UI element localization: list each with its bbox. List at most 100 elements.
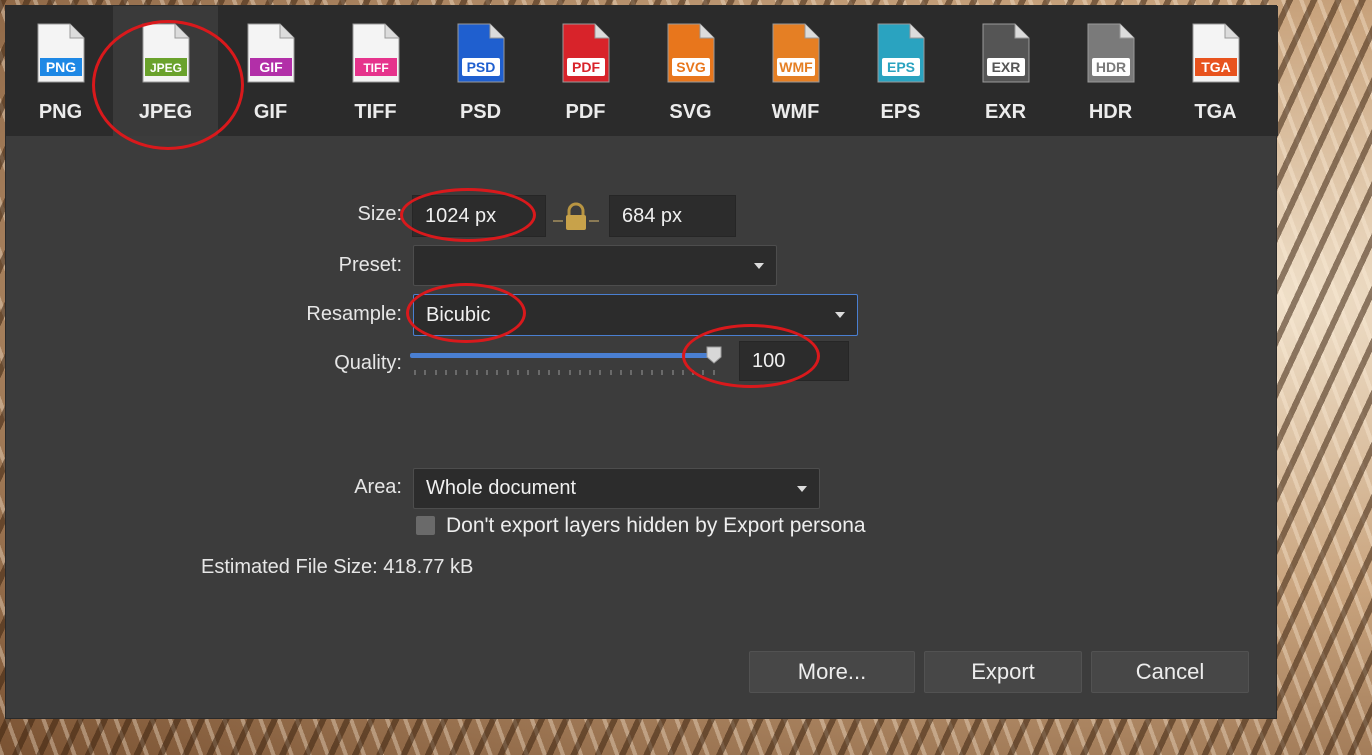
format-wmf-button[interactable]: WMF WMF [743, 6, 848, 136]
file-badge-text: TIFF [363, 61, 388, 75]
slider-tick [537, 370, 540, 375]
file-gif-icon: GIF [247, 23, 295, 83]
slider-tick [620, 370, 622, 375]
format-psd-button[interactable]: PSD PSD [428, 6, 533, 136]
lock-icon[interactable] [551, 202, 601, 232]
file-exr-icon: EXR [982, 23, 1030, 83]
format-hdr-button[interactable]: HDR HDR [1058, 6, 1163, 136]
slider-tick [589, 370, 592, 375]
height-input[interactable]: 684 px [609, 195, 736, 237]
slider-tick [424, 370, 427, 375]
file-badge-text: SVG [676, 59, 706, 75]
chevron-down-icon [754, 262, 764, 269]
slider-fill [410, 353, 712, 358]
slider-tick [496, 370, 499, 375]
file-badge-text: PNG [46, 59, 76, 75]
slider-tick [671, 370, 674, 375]
file-pdf-icon: PDF [562, 23, 610, 83]
quality-slider[interactable] [410, 346, 730, 382]
file-tiff-icon: TIFF [352, 23, 400, 83]
file-psd-icon: PSD [457, 23, 505, 83]
format-label: TGA [1194, 101, 1237, 123]
slider-tick [692, 370, 695, 375]
quality-label: Quality: [334, 352, 402, 374]
file-badge-text: PDF [572, 59, 600, 75]
format-label: PDF [565, 101, 606, 123]
slider-tick [517, 370, 519, 375]
file-badge-text: HDR [1096, 59, 1126, 75]
format-label: EXR [984, 101, 1027, 123]
preset-dropdown[interactable] [413, 245, 777, 286]
export-dialog: PNG PNG JPEG JPEG GIF GIF TIFF TIFF PSD PSD PDF PDF… [6, 6, 1278, 718]
slider-tick [414, 370, 416, 375]
format-label: EPS [880, 101, 921, 123]
file-badge-text: EPS [887, 59, 915, 75]
width-input[interactable]: 1024 px [412, 195, 546, 237]
slider-tick [547, 370, 550, 375]
cancel-button[interactable]: Cancel [1091, 651, 1249, 693]
export-button[interactable]: Export [924, 651, 1082, 693]
slider-ticks [414, 370, 719, 376]
format-exr-button[interactable]: EXR EXR [953, 6, 1058, 136]
slider-tick [506, 370, 509, 375]
preset-label: Preset: [338, 254, 402, 276]
format-label: WMF [771, 101, 820, 123]
file-badge-text: WMF [779, 59, 813, 75]
resample-label: Resample: [306, 303, 402, 325]
quality-input[interactable]: 100 [739, 341, 849, 381]
file-eps-icon: EPS [877, 23, 925, 83]
slider-tick [465, 370, 468, 375]
file-badge-text: JPEG [150, 61, 182, 75]
file-wmf-icon: WMF [772, 23, 820, 83]
slider-tick [558, 370, 561, 375]
format-label: TIFF [354, 101, 397, 123]
file-badge-text: PSD [467, 59, 496, 75]
format-png-button[interactable]: PNG PNG [8, 6, 113, 136]
slider-tick [475, 370, 478, 375]
file-size-label: Estimated File Size: [201, 556, 378, 578]
slider-tick [609, 370, 612, 375]
file-badge-text: TGA [1201, 59, 1231, 75]
slider-tick [599, 370, 602, 375]
format-tga-button[interactable]: TGA TGA [1163, 6, 1268, 136]
size-label: Size: [357, 203, 402, 225]
slider-tick [661, 370, 664, 375]
file-svg-icon: SVG [667, 23, 715, 83]
slider-tick [650, 370, 653, 375]
slider-tick [527, 370, 530, 375]
file-hdr-icon: HDR [1087, 23, 1135, 83]
format-label: PSD [459, 101, 502, 123]
format-label: JPEG [138, 101, 193, 123]
estimated-file-size: Estimated File Size: 418.77 kB [201, 556, 473, 579]
slider-tick [568, 370, 571, 375]
resample-dropdown[interactable]: Bicubic [413, 294, 858, 336]
slider-tick [640, 370, 643, 375]
chevron-down-icon [835, 312, 845, 318]
slider-tick [630, 370, 633, 375]
checkbox-icon[interactable] [416, 516, 435, 535]
format-jpeg-button[interactable]: JPEG JPEG [113, 6, 218, 136]
slider-tick [444, 370, 447, 375]
file-jpeg-icon: JPEG [142, 23, 190, 83]
format-tiff-button[interactable]: TIFF TIFF [323, 6, 428, 136]
format-label: HDR [1088, 101, 1133, 123]
chevron-down-icon [797, 485, 807, 492]
file-badge-text: GIF [259, 59, 283, 75]
area-dropdown[interactable]: Whole document [413, 468, 820, 509]
hidden-layers-checkbox-label[interactable]: Don't export layers hidden by Export per… [446, 514, 866, 538]
format-svg-button[interactable]: SVG SVG [638, 6, 743, 136]
format-eps-button[interactable]: EPS EPS [848, 6, 953, 136]
file-badge-text: EXR [992, 59, 1021, 75]
format-pdf-button[interactable]: PDF PDF [533, 6, 638, 136]
slider-handle[interactable] [706, 346, 722, 364]
slider-tick [486, 370, 489, 375]
file-png-icon: PNG [37, 23, 85, 83]
format-bar: PNG PNG JPEG JPEG GIF GIF TIFF TIFF PSD PSD PDF PDF… [6, 6, 1278, 136]
file-tga-icon: TGA [1192, 23, 1240, 83]
format-label: PNG [38, 101, 83, 123]
format-gif-button[interactable]: GIF GIF [218, 6, 323, 136]
slider-tick [455, 370, 458, 375]
area-value: Whole document [426, 477, 577, 499]
slider-tick [712, 370, 715, 375]
more-button[interactable]: More... [749, 651, 915, 693]
